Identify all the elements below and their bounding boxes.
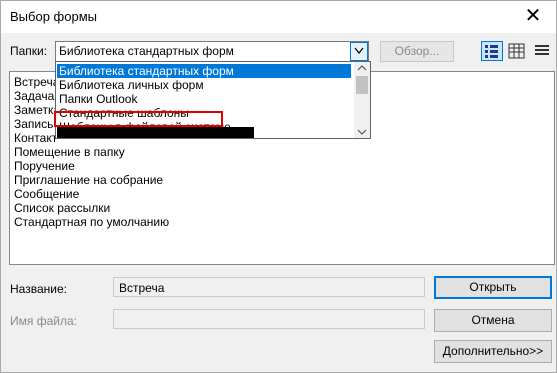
name-field: Встреча xyxy=(113,277,425,297)
small-icons-icon xyxy=(508,43,525,59)
list-item[interactable]: Помещение в папку xyxy=(14,145,125,159)
name-field-value: Встреча xyxy=(119,281,165,295)
scroll-up-icon[interactable] xyxy=(354,62,370,74)
list-item[interactable]: Поручение xyxy=(14,159,75,173)
folders-label: Папки: xyxy=(10,44,48,58)
list-item[interactable]: Список рассылки xyxy=(14,201,110,215)
list-view-icon xyxy=(535,45,549,55)
scrollbar-thumb[interactable] xyxy=(356,76,368,94)
cancel-button[interactable]: Отмена xyxy=(434,309,552,332)
large-icons-icon xyxy=(485,45,498,58)
dropdown-scrollbar[interactable] xyxy=(354,62,370,138)
list-item[interactable]: Приглашение на собрание xyxy=(14,173,163,187)
chevron-down-icon xyxy=(354,47,364,54)
list-item[interactable]: Задача xyxy=(14,89,54,103)
choose-form-dialog: Выбор формы ✕ Папки: Библиотека стандарт… xyxy=(0,0,557,373)
close-button[interactable]: ✕ xyxy=(510,1,556,33)
browse-button[interactable]: Обзор... xyxy=(380,41,454,62)
folders-combobox-value: Библиотека стандартных форм xyxy=(59,44,234,58)
dialog-title: Выбор формы xyxy=(10,9,97,24)
combobox-dropdown-button[interactable] xyxy=(350,42,368,61)
list-item[interactable]: Стандартная по умолчанию xyxy=(14,215,169,229)
advanced-button[interactable]: Дополнительно>> xyxy=(434,340,552,363)
scroll-down-icon[interactable] xyxy=(354,126,370,138)
dropdown-option[interactable]: Библиотека личных форм xyxy=(57,78,351,92)
dropdown-option[interactable]: Библиотека стандартных форм xyxy=(57,64,351,78)
dropdown-option[interactable]: Папки Outlook xyxy=(57,92,351,106)
list-item[interactable]: Контакт xyxy=(14,131,57,145)
name-label: Название: xyxy=(10,282,67,296)
filename-label: Имя файла: xyxy=(10,314,77,328)
folders-combobox[interactable]: Библиотека стандартных форм xyxy=(55,41,369,62)
list-item[interactable]: Встреча xyxy=(14,75,59,89)
open-button[interactable]: Открыть xyxy=(434,276,552,299)
filename-field xyxy=(113,309,425,329)
title-bar: Выбор формы ✕ xyxy=(1,1,556,33)
large-icons-view-button[interactable] xyxy=(481,41,503,61)
list-item[interactable]: Сообщение xyxy=(14,187,79,201)
list-view-button[interactable] xyxy=(531,41,553,61)
small-icons-view-button[interactable] xyxy=(506,41,528,61)
redaction-bar xyxy=(57,127,254,138)
highlight-annotation-box xyxy=(54,111,223,127)
